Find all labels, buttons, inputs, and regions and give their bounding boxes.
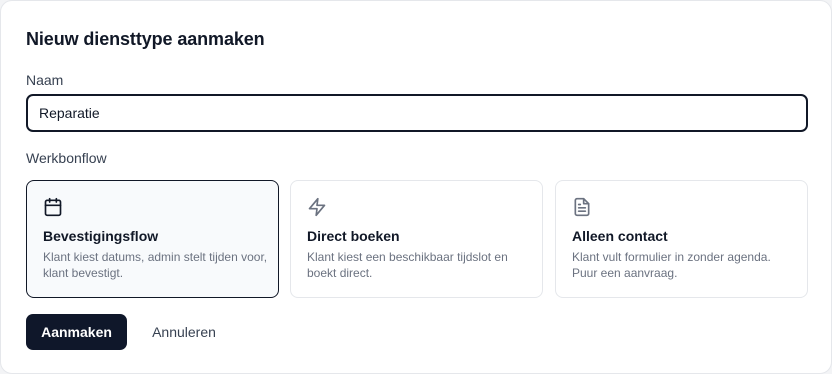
- option-description: Klant kiest een beschikbaar tijdslot en …: [307, 250, 508, 280]
- calendar-icon: [44, 197, 62, 217]
- option-title: Alleen contact: [572, 228, 668, 244]
- cancel-button[interactable]: Annuleren: [141, 314, 227, 350]
- workflow-option-confirmation[interactable]: Bevestigingsflow Klant kiest datums, adm…: [26, 180, 279, 298]
- option-title: Bevestigingsflow: [43, 228, 159, 244]
- lightning-icon: [308, 197, 326, 217]
- name-label: Naam: [26, 72, 64, 88]
- document-icon: [574, 197, 590, 217]
- dialog-title: Nieuw diensttype aanmaken: [26, 29, 265, 49]
- create-service-type-dialog: Nieuw diensttype aanmaken Naam Werkbonfl…: [0, 0, 832, 374]
- name-input[interactable]: [26, 94, 808, 132]
- option-description: Klant vult formulier in zonder agenda. P…: [572, 250, 771, 280]
- option-description: Klant kiest datums, admin stelt tijden v…: [43, 250, 268, 280]
- create-button[interactable]: Aanmaken: [26, 314, 127, 350]
- option-title: Direct boeken: [307, 228, 400, 244]
- workflow-option-direct-booking[interactable]: Direct boeken Klant kiest een beschikbaa…: [290, 180, 543, 298]
- workflow-option-contact-only[interactable]: Alleen contact Klant vult formulier in z…: [555, 180, 808, 298]
- workflow-label: Werkbonflow: [26, 150, 107, 166]
